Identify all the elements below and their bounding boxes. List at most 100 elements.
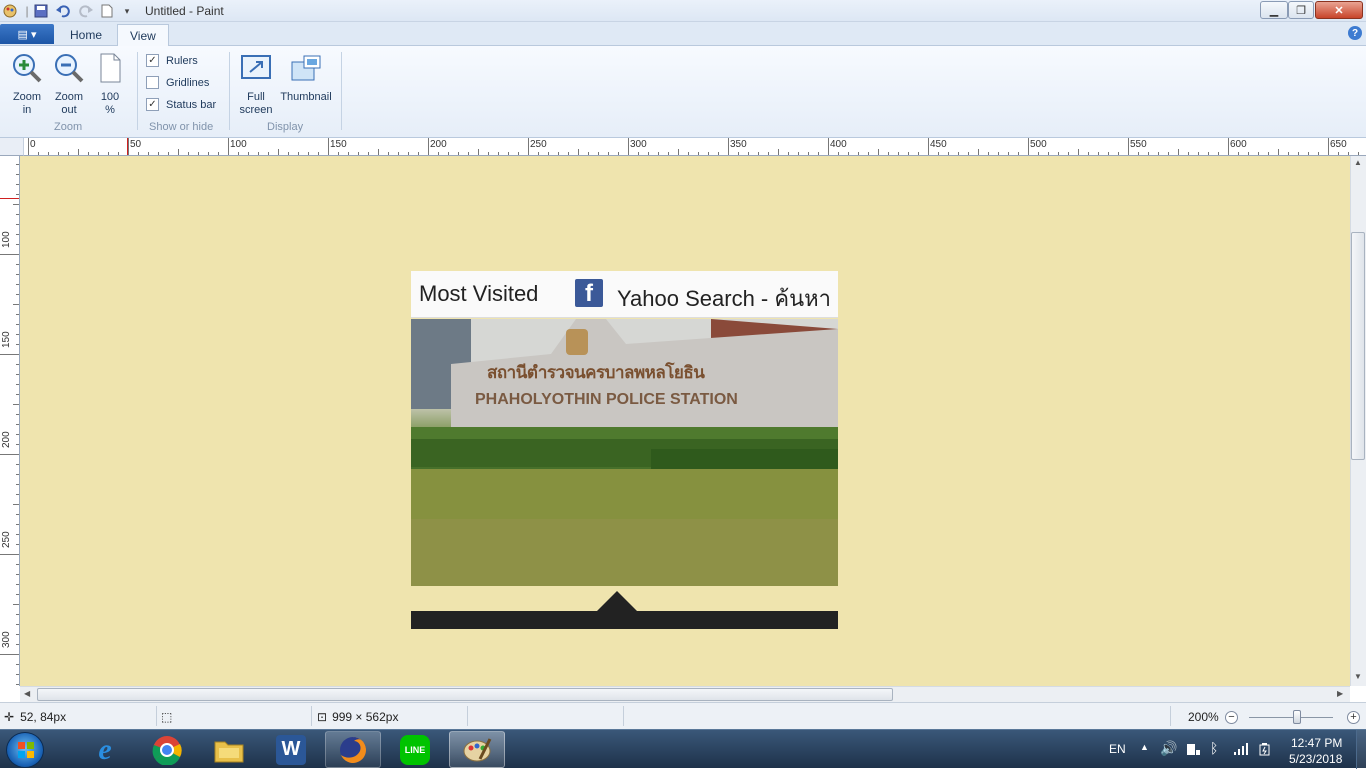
ribbon-tab-strip — [0, 22, 1366, 46]
ruler-tick — [838, 152, 839, 155]
ruler-tick — [16, 514, 19, 515]
tab-home[interactable]: Home — [58, 24, 114, 46]
internet-explorer-icon: e — [98, 732, 112, 766]
vertical-scroll-thumb[interactable] — [1351, 232, 1365, 460]
zoom-in-button[interactable]: Zoom in — [8, 52, 46, 117]
new-document-icon[interactable] — [99, 3, 115, 19]
ruler-tick — [718, 152, 719, 155]
bitmap-image[interactable]: Most Visited f Yahoo Search - ค้นหา สถาน… — [411, 271, 838, 629]
ruler-tick — [868, 152, 869, 155]
full-screen-button[interactable]: Full screen — [236, 52, 276, 117]
zoom-100-button[interactable]: 100 % — [92, 52, 128, 117]
taskbar-word[interactable]: W — [263, 731, 319, 768]
minimize-button[interactable]: ▁ — [1260, 1, 1288, 19]
cursor-position: ✛ 52, 84px — [4, 710, 67, 724]
volume-icon[interactable]: 🔊 — [1160, 740, 1177, 757]
scroll-left-icon[interactable]: ◀ — [24, 689, 30, 698]
signal-icon[interactable] — [1233, 742, 1249, 759]
close-icon: ✕ — [1334, 4, 1344, 17]
rulers-checkbox[interactable]: ✓ Rulers — [146, 54, 198, 67]
clock-time[interactable]: 12:47 PM — [1291, 736, 1342, 750]
maximize-button[interactable]: ❐ — [1288, 1, 1314, 19]
ruler-tick — [198, 152, 199, 155]
ruler-tick — [1088, 152, 1089, 155]
check-icon: ✓ — [146, 54, 159, 67]
taskbar-chrome[interactable] — [139, 731, 195, 768]
language-indicator[interactable]: EN — [1109, 742, 1126, 756]
taskbar-paint[interactable] — [449, 731, 505, 768]
close-button[interactable]: ✕ — [1315, 1, 1363, 19]
save-icon[interactable] — [33, 3, 49, 19]
ruler-tick — [1228, 138, 1229, 155]
chrome-icon — [152, 735, 182, 765]
ruler-tick — [1168, 152, 1169, 155]
ruler-tick — [238, 152, 239, 155]
power-icon[interactable] — [1258, 742, 1272, 759]
ruler-tick — [1268, 152, 1269, 155]
thumbnail-button[interactable]: Thumbnail — [278, 52, 334, 104]
clock-date[interactable]: 5/23/2018 — [1289, 752, 1342, 766]
ruler-tick — [248, 152, 249, 155]
ruler-tick — [218, 152, 219, 155]
ruler-tick — [16, 364, 19, 365]
zoom-slider-track[interactable] — [1249, 717, 1333, 718]
redo-icon[interactable] — [78, 3, 94, 19]
ruler-tick — [1048, 152, 1049, 155]
paint-icon — [463, 737, 492, 761]
ruler-tick — [16, 334, 19, 335]
selection-icon: ⬚ — [161, 710, 173, 724]
undo-icon[interactable] — [55, 3, 71, 19]
zoom-plus-button[interactable]: + — [1347, 711, 1360, 724]
start-button[interactable] — [6, 732, 44, 768]
taskbar-line[interactable]: LINE — [387, 731, 443, 768]
scroll-down-icon[interactable]: ▼ — [1354, 672, 1362, 681]
ruler-tick — [818, 152, 819, 155]
taskbar-file-explorer[interactable] — [201, 731, 257, 768]
scroll-up-icon[interactable]: ▲ — [1354, 158, 1362, 167]
ruler-label: 350 — [730, 139, 747, 150]
group-separator — [341, 52, 342, 130]
app-menu-button[interactable]: ▤ ▾ — [0, 24, 54, 44]
paint-app-icon[interactable] — [2, 3, 18, 19]
taskbar-internet-explorer[interactable]: e — [77, 731, 133, 768]
zoom-out-button[interactable]: Zoom out — [50, 52, 88, 117]
ruler-tick — [908, 152, 909, 155]
ruler-tick — [358, 152, 359, 155]
ruler-tick — [38, 152, 39, 155]
customize-dropdown-icon[interactable]: ▾ — [119, 3, 135, 19]
gridlines-checkbox[interactable]: Gridlines — [146, 76, 209, 89]
minimize-icon: ▁ — [1269, 4, 1279, 17]
ruler-tick — [16, 434, 19, 435]
show-hidden-icons[interactable]: ▲ — [1140, 742, 1149, 752]
help-icon[interactable]: ? — [1348, 26, 1362, 40]
zoom-slider-knob[interactable] — [1293, 710, 1301, 724]
bluetooth-icon[interactable]: ᛒ — [1210, 740, 1218, 756]
tab-view[interactable]: View — [117, 24, 169, 47]
ruler-tick — [278, 149, 279, 155]
maximize-icon: ❐ — [1296, 4, 1306, 17]
ruler-tick — [1338, 152, 1339, 155]
ruler-tick — [118, 152, 119, 155]
ruler-tick — [1108, 152, 1109, 155]
show-desktop-button[interactable] — [1356, 730, 1366, 769]
ribbon-view: Zoom in Zoom out 100 % Zoom ✓ Rulers Gri… — [0, 46, 1366, 138]
vertical-ruler: 100 150 200 250 300 — [0, 156, 20, 686]
ruler-tick — [578, 149, 579, 155]
zoom-minus-button[interactable]: − — [1225, 711, 1238, 724]
ruler-tick — [368, 152, 369, 155]
ruler-tick — [438, 152, 439, 155]
status-bar-checkbox[interactable]: ✓ Status bar — [146, 98, 216, 111]
tooltip-arrow — [597, 591, 637, 611]
network-icon[interactable] — [1186, 742, 1202, 759]
horizontal-scroll-thumb[interactable] — [37, 688, 893, 701]
window-title: Untitled - Paint — [145, 4, 224, 18]
ruler-label: 300 — [630, 139, 647, 150]
ruler-tick — [16, 614, 19, 615]
ruler-tick — [16, 344, 19, 345]
ruler-tick — [158, 152, 159, 155]
ruler-tick — [398, 152, 399, 155]
taskbar-firefox[interactable] — [325, 731, 381, 768]
canvas-area[interactable]: Most Visited f Yahoo Search - ค้นหา สถาน… — [20, 156, 1350, 686]
scroll-right-icon[interactable]: ▶ — [1337, 689, 1343, 698]
ruler-tick — [0, 654, 19, 655]
